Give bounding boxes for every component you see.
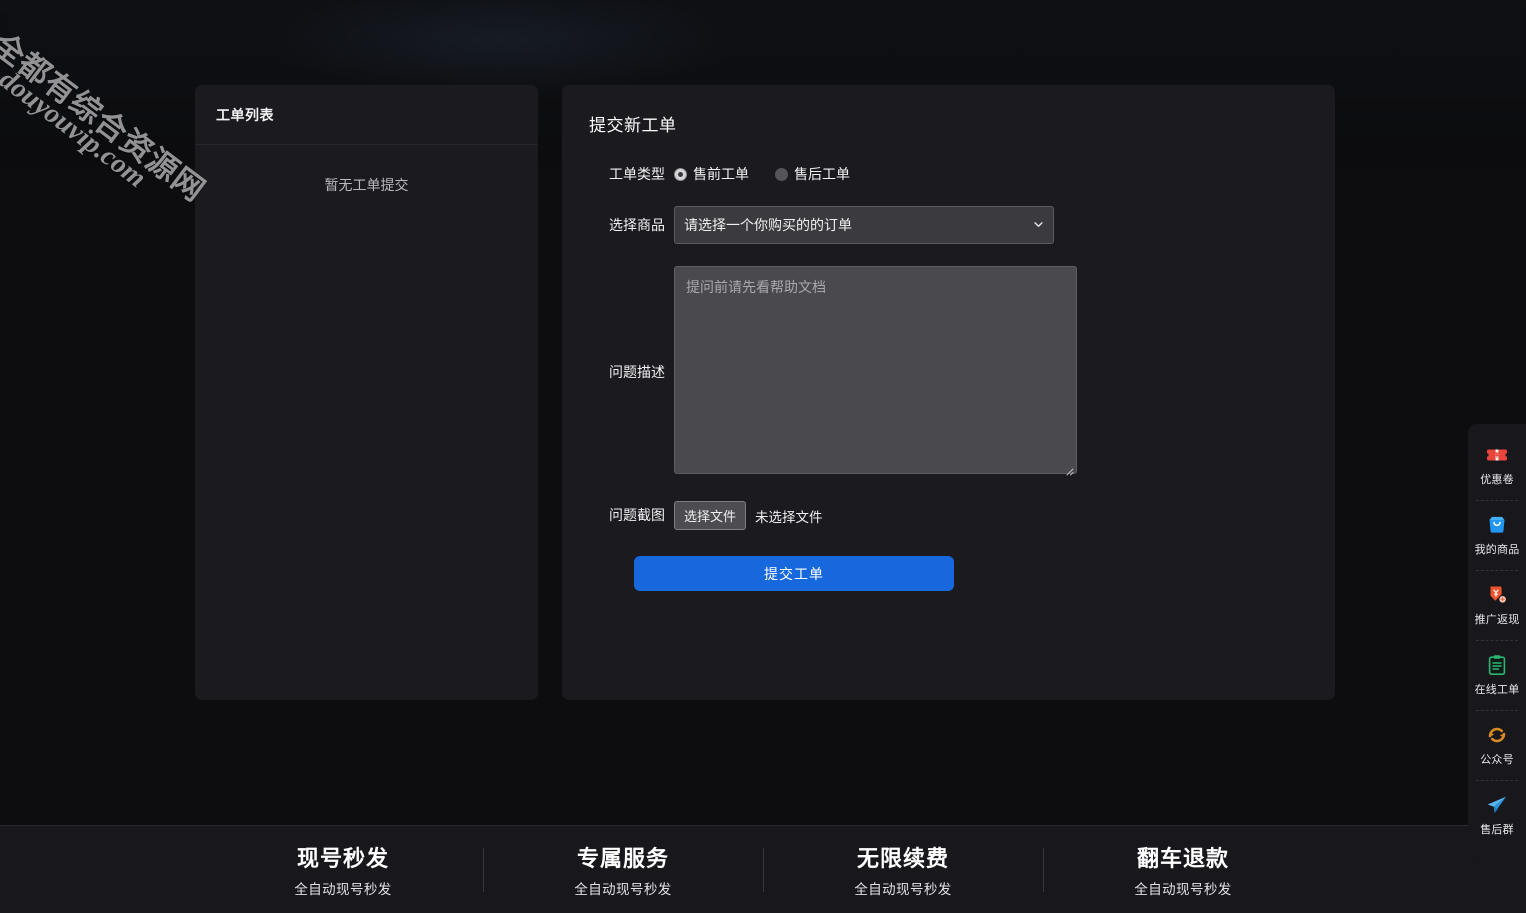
dock-item-aftersale-group-label: 售后群: [1480, 824, 1514, 836]
footer-feature-2-title: 专属服务: [576, 846, 669, 871]
ticket-list-empty-state: 暂无工单提交: [324, 177, 409, 193]
dock-item-promotion-cashback-label: 推广返现: [1474, 614, 1520, 626]
footer-feature-4: 翻车退款 全自动现号秒发: [1043, 841, 1323, 898]
dock-item-my-products[interactable]: 我的商品: [1468, 500, 1526, 570]
footer-feature-1-subtitle: 全自动现号秒发: [294, 882, 392, 897]
footer-feature-3-subtitle: 全自动现号秒发: [854, 882, 952, 897]
dock-item-online-ticket-label: 在线工单: [1474, 684, 1520, 696]
ticket-type-label: 工单类型: [609, 165, 665, 182]
dock-item-promotion-cashback[interactable]: 推广返现: [1468, 570, 1526, 640]
dock-item-my-products-label: 我的商品: [1474, 544, 1520, 556]
ticket-list-title: 工单列表: [216, 106, 274, 123]
new-ticket-form-panel: 提交新工单 工单类型 售前工单 售后工单 选择商品 请选择一个你购买的的订单 问…: [562, 85, 1335, 700]
radio-option-aftersale[interactable]: 售后工单: [775, 164, 850, 184]
cashback-hand-icon: [1490, 586, 1506, 603]
dock-item-coupon[interactable]: 优惠卷: [1468, 430, 1526, 500]
screenshot-label: 问题截图: [609, 507, 665, 524]
form-row-product: 选择商品 请选择一个你购买的的订单: [589, 206, 1305, 244]
watermark-chinese-text: 全都有综合资源网: [0, 26, 212, 209]
shopping-bag-icon: [1489, 516, 1505, 533]
footer-feature-4-subtitle: 全自动现号秒发: [1134, 882, 1232, 897]
form-title: 提交新工单: [589, 116, 677, 135]
radio-dot-icon: [775, 167, 788, 181]
ticket-type-radio-group[interactable]: 售前工单 售后工单: [674, 164, 850, 184]
footer-inner: 现号秒发 全自动现号秒发 专属服务 全自动现号秒发 无限续费 全自动现号秒发 翻…: [203, 841, 1323, 898]
clipboard-icon: [1488, 655, 1506, 675]
description-label: 问题描述: [609, 364, 665, 381]
main-content: 工单列表 暂无工单提交 提交新工单 工单类型 售前工单 售后工单 选择商品 请选…: [195, 85, 1335, 700]
footer-feature-4-title: 翻车退款: [1136, 846, 1229, 871]
watermark-domain-text: douyouvip.com: [0, 64, 152, 195]
ticket-list-header: 工单列表: [195, 85, 538, 145]
refresh-circle-icon: [1488, 727, 1506, 743]
file-status-text: 未选择文件: [755, 509, 823, 525]
submit-ticket-button[interactable]: 提交工单: [634, 556, 954, 591]
footer-feature-1: 现号秒发 全自动现号秒发: [203, 841, 483, 898]
footer-feature-3: 无限续费 全自动现号秒发: [763, 841, 1043, 898]
choose-file-button[interactable]: 选择文件: [674, 501, 747, 530]
page-root: 全都有综合资源网 douyouvip.com 工单列表 暂无工单提交 提交新工单…: [0, 0, 1526, 913]
footer-feature-3-title: 无限续费: [856, 846, 949, 871]
product-select-wrapper[interactable]: 请选择一个你购买的的订单: [674, 206, 1054, 244]
product-select-label: 选择商品: [609, 216, 665, 233]
product-select[interactable]: 请选择一个你购买的的订单: [674, 206, 1054, 244]
radio-option-presale[interactable]: 售前工单: [674, 164, 749, 184]
form-row-screenshot: 问题截图 选择文件 未选择文件: [589, 501, 1305, 530]
dock-item-coupon-label: 优惠卷: [1480, 474, 1514, 486]
footer-feature-1-title: 现号秒发: [296, 846, 389, 871]
radio-dot-icon: [674, 167, 687, 181]
file-upload-control: 选择文件 未选择文件: [674, 501, 823, 530]
radio-option-presale-label: 售前工单: [693, 166, 749, 182]
right-side-dock: 优惠卷 我的商品 推广返现 在线工单 公众号 售后群: [1468, 424, 1526, 858]
dock-item-official-account[interactable]: 公众号: [1468, 710, 1526, 780]
form-row-ticket-type: 工单类型 售前工单 售后工单: [589, 164, 1305, 184]
footer-feature-2-subtitle: 全自动现号秒发: [574, 882, 672, 897]
dock-item-official-account-label: 公众号: [1480, 754, 1514, 766]
form-row-submit: 提交工单: [589, 556, 1305, 591]
ticket-list-panel: 工单列表 暂无工单提交: [195, 85, 538, 700]
form-row-description: 问题描述: [589, 266, 1305, 479]
dock-item-online-ticket[interactable]: 在线工单: [1468, 640, 1526, 710]
description-textarea[interactable]: [674, 266, 1077, 474]
page-footer: 现号秒发 全自动现号秒发 专属服务 全自动现号秒发 无限续费 全自动现号秒发 翻…: [0, 825, 1526, 913]
dock-item-aftersale-group[interactable]: 售后群: [1468, 780, 1526, 850]
paper-plane-icon: [1487, 796, 1507, 813]
footer-feature-2: 专属服务 全自动现号秒发: [483, 841, 763, 898]
radio-option-aftersale-label: 售后工单: [794, 166, 850, 182]
coupon-icon: [1485, 449, 1509, 461]
description-textarea-wrapper[interactable]: [674, 266, 1077, 479]
